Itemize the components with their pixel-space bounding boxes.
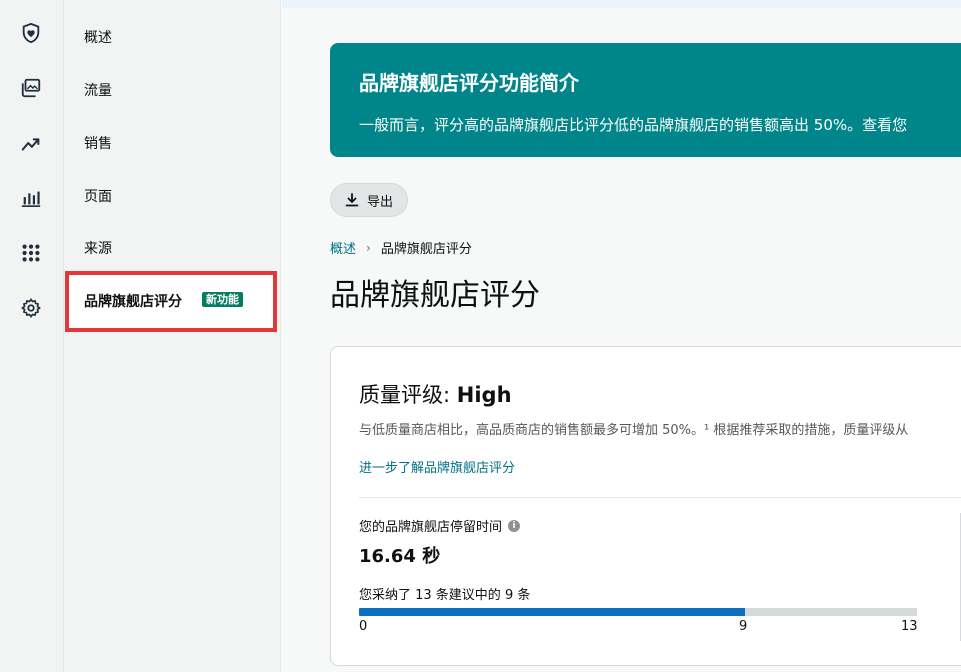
dwell-time-value: 16.64 秒: [359, 546, 441, 567]
subnav-item-label: 品牌旗舰店评分: [84, 294, 182, 310]
page-title: 品牌旗舰店评分: [330, 278, 540, 313]
card-divider: [359, 497, 961, 498]
sub-nav: 概述 流量 销售 页面 来源 品牌旗舰店评分 新功能: [64, 0, 281, 672]
subnav-item-sales[interactable]: 销售: [84, 133, 112, 153]
breadcrumb-current: 品牌旗舰店评分: [380, 242, 472, 257]
dwell-time-text: 您的品牌旗舰店停留时间: [359, 520, 503, 535]
export-label: 导出: [366, 193, 393, 209]
progress-min-label: 0: [359, 619, 368, 634]
banner-title: 品牌旗舰店评分功能简介: [359, 71, 579, 95]
breadcrumb-parent[interactable]: 概述: [330, 238, 356, 257]
subnav-item-sources[interactable]: 来源: [84, 238, 112, 258]
banner-text: 一般而言，评分高的品牌旗舰店比评分低的品牌旗舰店的销售额高出 50%。查看您: [359, 116, 908, 134]
quality-grade-title: 质量评级: High: [359, 379, 512, 409]
quality-card: 质量评级: High 与低质量商店相比，高品质商店的销售额最多可增加 50%。¹…: [330, 346, 961, 666]
quality-grade-prefix: 质量评级:: [359, 383, 457, 407]
trend-icon[interactable]: [18, 131, 44, 157]
dwell-time-label: 您的品牌旗舰店停留时间 i: [359, 516, 521, 535]
subnav-item-overview[interactable]: 概述: [84, 27, 112, 47]
quality-description: 与低质量商店相比，高品质商店的销售额最多可增加 50%。¹ 根据推荐采取的措施，…: [359, 423, 909, 438]
shield-heart-icon[interactable]: [18, 20, 44, 46]
progress-value-label: 9: [739, 619, 748, 634]
recommendations-adopted: 您采纳了 13 条建议中的 9 条: [359, 588, 531, 603]
subnav-item-pages[interactable]: 页面: [84, 186, 112, 206]
subnav-item-traffic[interactable]: 流量: [84, 80, 112, 100]
progress-max-label: 13: [901, 619, 918, 634]
chevron-right-icon: ›: [366, 240, 371, 255]
breadcrumb: 概述 › 品牌旗舰店评分: [330, 238, 472, 258]
learn-more-link[interactable]: 进一步了解品牌旗舰店评分: [359, 457, 515, 476]
quality-grade-value: High: [456, 383, 512, 407]
gallery-icon[interactable]: [18, 75, 44, 101]
download-icon: [345, 193, 359, 207]
bar-chart-icon[interactable]: [18, 185, 44, 211]
gear-icon[interactable]: [18, 295, 44, 321]
grid-icon[interactable]: [18, 240, 44, 266]
top-strip: [282, 0, 961, 8]
intro-banner: 品牌旗舰店评分功能简介 一般而言，评分高的品牌旗舰店比评分低的品牌旗舰店的销售额…: [330, 43, 961, 157]
subnav-item-store-score[interactable]: 品牌旗舰店评分 新功能: [65, 271, 277, 332]
progress-fill: [359, 608, 746, 616]
new-feature-badge: 新功能: [202, 292, 243, 307]
recommendations-progress: [359, 608, 917, 616]
icon-rail: [0, 0, 64, 672]
export-button[interactable]: 导出: [330, 183, 408, 217]
info-icon[interactable]: i: [508, 519, 521, 532]
